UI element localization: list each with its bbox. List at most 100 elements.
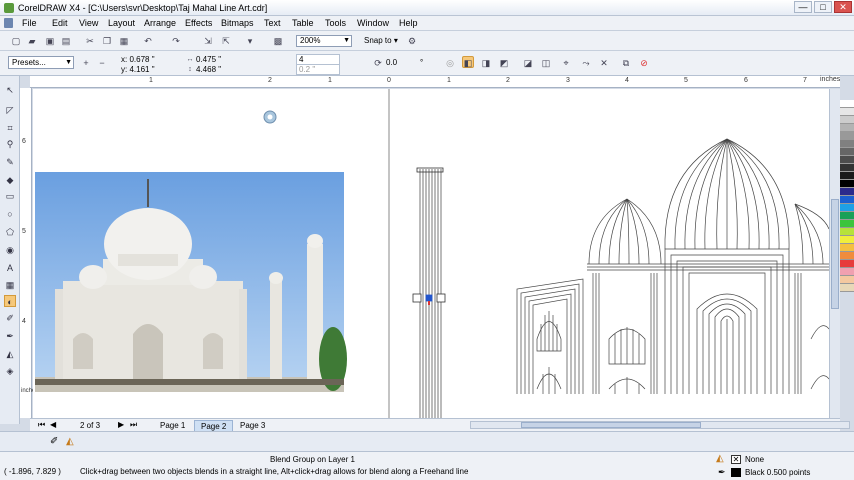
clockwise-blend-icon[interactable]: ◨ — [480, 57, 492, 69]
palette-swatch[interactable] — [840, 252, 854, 260]
maximize-button[interactable]: □ — [814, 1, 832, 13]
pick-tool-icon[interactable]: ↖ — [4, 84, 16, 96]
outline-tool-icon[interactable]: ✒ — [4, 330, 16, 342]
menu-effects[interactable]: Effects — [185, 18, 212, 28]
rectangle-tool-icon[interactable]: ▭ — [4, 190, 16, 202]
basic-shapes-icon[interactable]: ◉ — [4, 244, 16, 256]
polygon-tool-icon[interactable]: ⬠ — [4, 226, 16, 238]
line-art-taj-mahal[interactable] — [516, 138, 829, 394]
palette-swatch[interactable] — [840, 276, 854, 284]
add-preset-icon[interactable]: + — [80, 57, 92, 69]
cut-icon[interactable]: ✂ — [84, 35, 96, 47]
loop-blend-icon[interactable]: ◎ — [444, 57, 456, 69]
width-field[interactable]: 0.475 " — [196, 55, 221, 64]
palette-swatch[interactable] — [840, 244, 854, 252]
crop-tool-icon[interactable]: ⌗ — [4, 122, 16, 134]
taj-mahal-photo[interactable] — [35, 172, 347, 392]
blend-properties-icon[interactable]: ◫ — [540, 57, 552, 69]
menu-layout[interactable]: Layout — [108, 18, 135, 28]
vertical-scrollbar[interactable] — [829, 89, 840, 418]
fill-none-swatch[interactable]: ✕ — [731, 455, 741, 464]
undo-icon[interactable]: ↶ — [142, 35, 154, 47]
export-icon[interactable]: ⇱ — [220, 35, 232, 47]
palette-swatch[interactable] — [840, 148, 854, 156]
vertical-scroll-thumb[interactable] — [831, 199, 839, 309]
copy-icon[interactable]: ❐ — [101, 35, 113, 47]
palette-swatch[interactable] — [840, 116, 854, 124]
snap-to-dropdown[interactable]: Snap to ▾ — [364, 36, 398, 45]
height-field[interactable]: 4.468 " — [196, 65, 221, 74]
menu-table[interactable]: Table — [292, 18, 314, 28]
fill-tool-icon[interactable]: ◭ — [4, 348, 16, 360]
palette-swatch[interactable] — [840, 260, 854, 268]
import-icon[interactable]: ⇲ — [202, 35, 214, 47]
counterclockwise-blend-icon[interactable]: ◩ — [498, 57, 510, 69]
palette-swatch[interactable] — [840, 132, 854, 140]
palette-swatch[interactable] — [840, 172, 854, 180]
palette-swatch[interactable] — [840, 124, 854, 132]
start-end-properties-icon[interactable]: ⌖ — [560, 57, 572, 69]
eyedropper-tool-icon[interactable]: ✐ — [4, 312, 16, 324]
menu-window[interactable]: Window — [357, 18, 389, 28]
blend-spacing-field[interactable]: 0.2 " — [296, 64, 340, 75]
freehand-tool-icon[interactable]: ✎ — [4, 156, 16, 168]
palette-swatch[interactable] — [840, 140, 854, 148]
interactive-fill-icon[interactable]: ◈ — [4, 365, 16, 377]
menu-help[interactable]: Help — [399, 18, 418, 28]
next-page-icon[interactable]: ▶ — [118, 420, 124, 429]
copy-blend-properties-icon[interactable]: ⧉ — [620, 57, 632, 69]
tab-page-3[interactable]: Page 3 — [234, 420, 271, 431]
shape-tool-icon[interactable]: ◸ — [4, 104, 16, 116]
palette-swatch[interactable] — [840, 180, 854, 188]
presets-dropdown[interactable]: Presets... ▼ — [8, 56, 74, 69]
ellipse-tool-icon[interactable]: ○ — [4, 208, 16, 220]
palette-swatch[interactable] — [840, 164, 854, 172]
palette-swatch[interactable] — [840, 268, 854, 276]
horizontal-scrollbar[interactable] — [470, 421, 850, 429]
application-launcher-icon[interactable]: ▾ — [244, 35, 256, 47]
color-palette[interactable] — [840, 100, 854, 390]
vertical-ruler[interactable]: 6 5 4 inches — [20, 88, 38, 418]
text-tool-icon[interactable]: A — [4, 262, 16, 274]
print-icon[interactable]: ▤ — [60, 35, 72, 47]
blend-direction-field[interactable]: 0.0 — [384, 58, 416, 69]
palette-swatch[interactable] — [840, 196, 854, 204]
path-properties-icon[interactable]: ⤳ — [580, 57, 592, 69]
palette-swatch[interactable] — [840, 236, 854, 244]
palette-swatch[interactable] — [840, 212, 854, 220]
outline-color-swatch[interactable] — [731, 468, 741, 477]
blend-tool-icon[interactable]: ◐ — [4, 295, 16, 307]
more-blend-options-icon[interactable]: ✕ — [598, 57, 610, 69]
object-color-acceleration-icon[interactable]: ◪ — [522, 57, 534, 69]
paste-icon[interactable]: ▦ — [118, 35, 130, 47]
palette-swatch[interactable] — [840, 188, 854, 196]
new-document-icon[interactable]: ▢ — [10, 35, 22, 47]
menu-text[interactable]: Text — [264, 18, 281, 28]
last-page-icon[interactable]: ⏭ — [130, 420, 137, 430]
menu-view[interactable]: View — [79, 18, 98, 28]
clear-blend-icon[interactable]: ⊘ — [638, 57, 650, 69]
save-icon[interactable]: ▣ — [44, 35, 56, 47]
minimize-button[interactable]: — — [794, 1, 812, 13]
menu-bitmaps[interactable]: Bitmaps — [221, 18, 254, 28]
palette-swatch[interactable] — [840, 228, 854, 236]
blend-minaret[interactable] — [412, 167, 446, 418]
menu-arrange[interactable]: Arrange — [144, 18, 176, 28]
menu-file[interactable]: File — [22, 18, 37, 28]
zoom-tool-icon[interactable]: ⚲ — [4, 138, 16, 150]
zoom-level-dropdown[interactable]: 200% ▼ — [296, 35, 352, 47]
horizontal-scroll-thumb[interactable] — [521, 422, 701, 428]
menu-edit[interactable]: Edit — [52, 18, 68, 28]
paint-bucket-icon[interactable]: ◭ — [66, 436, 74, 447]
welcome-screen-icon[interactable]: ▩ — [272, 35, 284, 47]
previous-page-icon[interactable]: ◀ — [50, 420, 56, 429]
remove-preset-icon[interactable]: − — [96, 57, 108, 69]
palette-swatch[interactable] — [840, 156, 854, 164]
smart-fill-icon[interactable]: ◆ — [4, 174, 16, 186]
horizontal-ruler[interactable]: 1 2 1 0 1 2 3 4 5 6 7 inches — [30, 76, 840, 88]
palette-swatch[interactable] — [840, 204, 854, 212]
y-position-field[interactable]: y: 4.161 " — [121, 65, 155, 74]
palette-swatch[interactable] — [840, 220, 854, 228]
drawing-canvas[interactable] — [33, 89, 829, 418]
menu-tools[interactable]: Tools — [325, 18, 346, 28]
